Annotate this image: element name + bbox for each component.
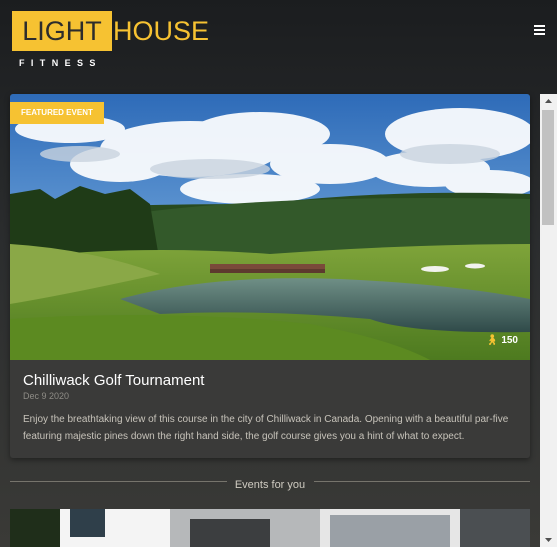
event-description: Enjoy the breathtaking view of this cour… [23, 414, 509, 442]
views-count: 🚶︎ 150 [486, 335, 518, 346]
scrollbar-thumb[interactable] [542, 110, 554, 225]
featured-event-image [10, 94, 530, 360]
event-card-image [10, 509, 530, 547]
event-date: Dec 9 2020 [23, 391, 70, 401]
section-divider-left [10, 481, 227, 482]
scroll-down-arrow-icon[interactable] [540, 533, 557, 547]
section-title: Events for you [234, 479, 306, 491]
logo-house-text: HOUSE [113, 16, 210, 46]
logo-subtitle: FITNESS [19, 58, 102, 68]
featured-event-badge: FEATURED EVENT [10, 102, 104, 124]
scrollbar[interactable] [540, 94, 557, 547]
section-divider-right [314, 481, 530, 482]
event-card-partial[interactable] [10, 509, 530, 547]
featured-event-card[interactable]: FEATURED EVENT 🚶︎ 150 Chilliwack Golf Tou… [10, 94, 530, 458]
site-header: LIGHT HOUSE FITNESS [0, 0, 557, 88]
scroll-up-arrow-icon[interactable] [540, 94, 557, 108]
hamburger-menu-icon[interactable] [534, 25, 545, 36]
event-title[interactable]: Chilliwack Golf Tournament [23, 372, 204, 389]
logo-light-text: LIGHT [12, 11, 112, 51]
walking-person-icon: 🚶︎ [485, 335, 499, 346]
views-value: 150 [501, 335, 518, 346]
